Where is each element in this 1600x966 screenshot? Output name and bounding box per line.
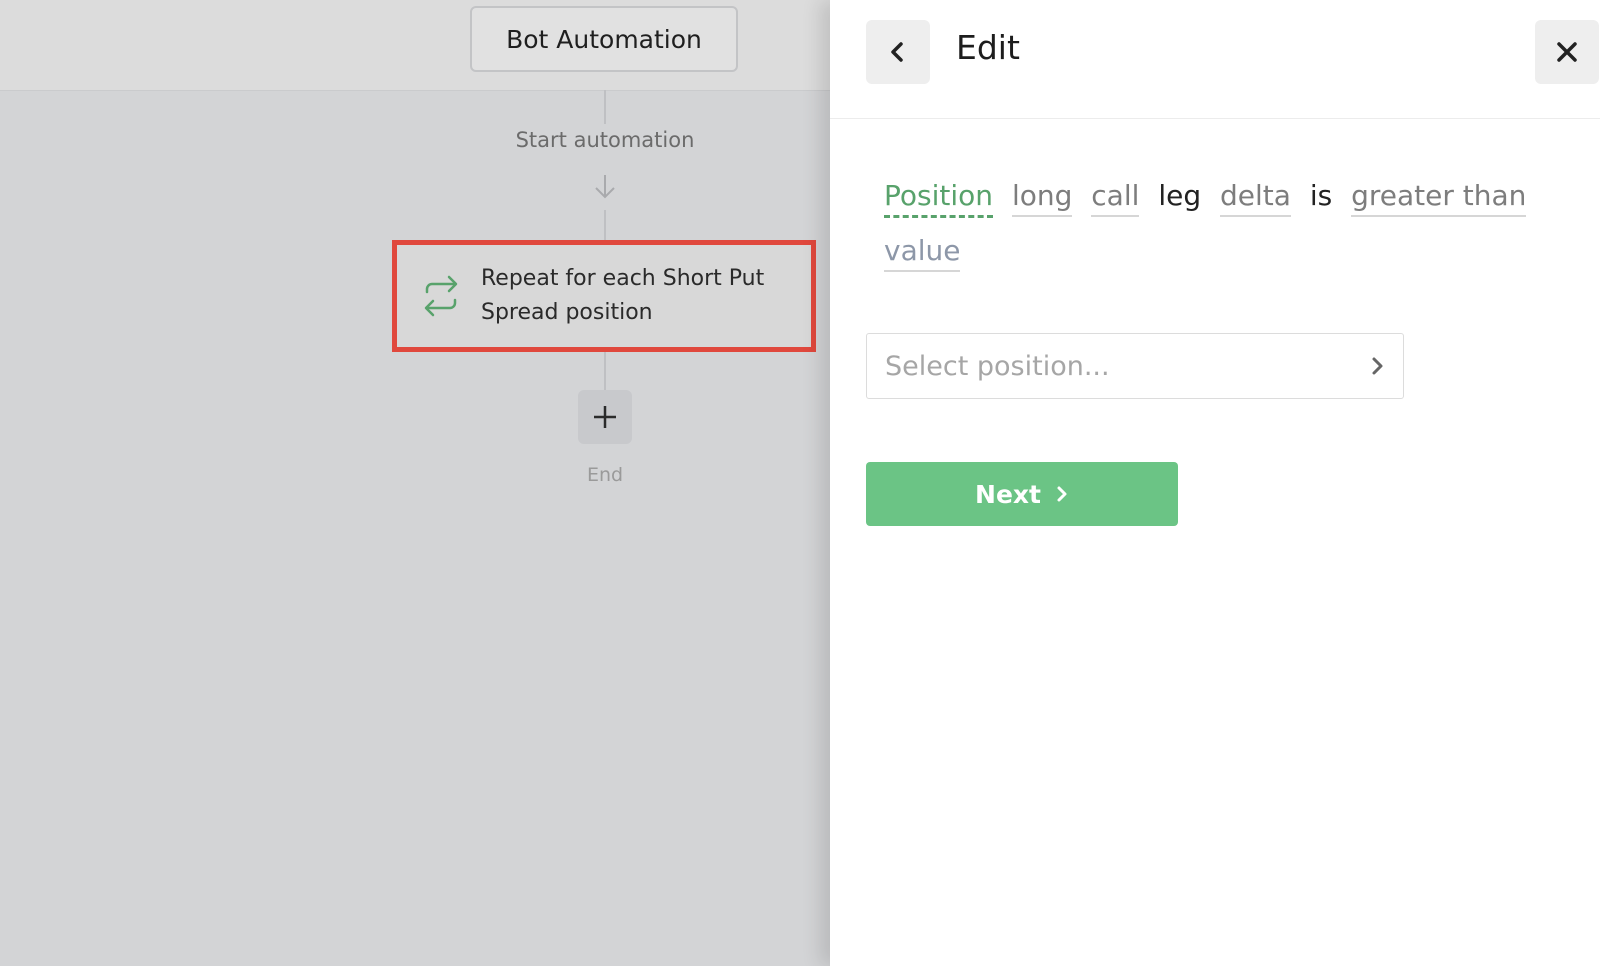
- repeat-icon: [424, 275, 458, 317]
- panel-header: Edit: [830, 0, 1600, 119]
- plus-icon: [594, 406, 616, 428]
- condition-token-long[interactable]: long: [1011, 179, 1073, 217]
- bot-automation-title[interactable]: Bot Automation: [470, 6, 738, 72]
- condition-token-position[interactable]: Position: [884, 179, 994, 218]
- condition-token-value[interactable]: value: [884, 234, 961, 272]
- end-label: End: [586, 464, 624, 486]
- condition-token-delta[interactable]: delta: [1220, 179, 1291, 217]
- chevron-right-icon: [1372, 357, 1383, 375]
- automation-canvas: Bot Automation Start automation Repeat f…: [0, 0, 830, 966]
- condition-token-leg: leg: [1158, 179, 1202, 212]
- connector-line: [604, 210, 606, 240]
- connector-line: [604, 90, 606, 124]
- next-button[interactable]: Next: [866, 462, 1178, 526]
- condition-token-is: is: [1309, 179, 1333, 212]
- repeat-loop-node[interactable]: Repeat for each Short Put Spread positio…: [392, 240, 816, 352]
- connector-line: [604, 352, 606, 390]
- condition-token-operator[interactable]: greater than: [1351, 179, 1527, 217]
- close-button[interactable]: [1535, 20, 1599, 84]
- edit-panel: Edit Position long call leg delta is gre…: [830, 0, 1600, 966]
- select-position-dropdown[interactable]: Select position...: [866, 333, 1404, 399]
- back-button[interactable]: [866, 20, 930, 84]
- select-position-placeholder: Select position...: [885, 350, 1110, 382]
- repeat-loop-label: Repeat for each Short Put Spread positio…: [481, 266, 765, 325]
- chevron-left-icon: [891, 42, 903, 62]
- close-icon: [1557, 42, 1577, 62]
- condition-token-call[interactable]: call: [1091, 179, 1140, 217]
- chevron-right-icon: [1057, 486, 1067, 502]
- start-automation-label: Start automation: [515, 128, 695, 152]
- arrow-down-icon: [595, 175, 615, 199]
- add-step-button[interactable]: [578, 390, 632, 444]
- panel-title: Edit: [956, 28, 1020, 67]
- condition-sentence: Position long call leg delta is greater …: [884, 168, 1544, 278]
- next-button-label: Next: [975, 479, 1041, 509]
